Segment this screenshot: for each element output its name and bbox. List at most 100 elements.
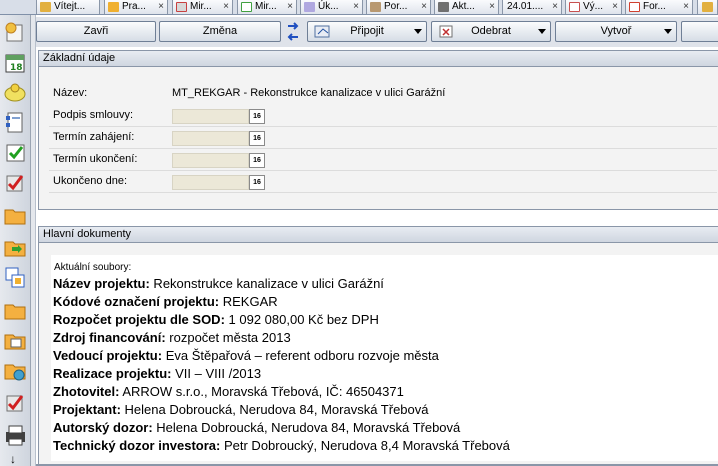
- tab-overflow[interactable]: [697, 0, 718, 14]
- home-icon: [702, 2, 713, 12]
- calendar-picker-icon[interactable]: 16: [249, 131, 265, 146]
- doc-value: rozpočet města 2013: [165, 330, 291, 345]
- task-icon: [304, 2, 315, 12]
- attach-dropdown-button[interactable]: Připojit: [307, 21, 427, 42]
- current-files-caption: Aktuální soubory:: [54, 262, 132, 273]
- approve-icon: [6, 175, 24, 192]
- print-button[interactable]: [3, 422, 28, 447]
- attach-button-label: Připojit: [350, 25, 384, 37]
- tab-label: Mir...: [255, 1, 277, 12]
- field-signing-row: Podpis smlouvy: 16: [49, 105, 717, 127]
- close-icon[interactable]: ×: [158, 0, 164, 14]
- close-icon[interactable]: ×: [612, 0, 618, 14]
- tab-label: 24.01....: [507, 1, 544, 12]
- swap-icon[interactable]: [285, 20, 301, 43]
- chevron-down-icon: [414, 29, 422, 34]
- tab-porady[interactable]: Por... ×: [366, 0, 431, 14]
- folder-arrow-icon: [4, 241, 26, 257]
- folder-icon: [4, 209, 26, 225]
- doc-key: Autorský dozor:: [53, 420, 153, 435]
- calendar-icon: 18: [5, 54, 25, 73]
- section-title: Základní údaje: [39, 51, 718, 67]
- tab-aktuality[interactable]: Akt... ×: [434, 0, 499, 14]
- archive-icon: [4, 334, 26, 350]
- tab-mir-1[interactable]: Mir... ×: [172, 0, 233, 14]
- close-icon[interactable]: ×: [421, 0, 427, 14]
- signing-date-field[interactable]: [172, 109, 249, 124]
- doc-value: ARROW s.r.o., Moravská Třebová, IČ: 4650…: [119, 384, 404, 399]
- doc-line: Zhotovitel: ARROW s.r.o., Moravská Třebo…: [53, 384, 404, 399]
- doc-key: Technický dozor investora:: [53, 438, 221, 453]
- new-document-button[interactable]: [3, 20, 28, 45]
- folder-move-button[interactable]: [3, 235, 28, 260]
- doc-value: REKGAR: [219, 294, 278, 309]
- approve-button[interactable]: [3, 170, 28, 195]
- tasks-icon: [4, 83, 26, 102]
- doc-line: Zdroj financování: rozpočet města 2013: [53, 330, 291, 345]
- remove-button-label: Odebrat: [471, 25, 511, 37]
- remove-dropdown-button[interactable]: Odebrat: [431, 21, 551, 42]
- doc-value: Petr Dobroucký, Nerudova 8,4 Moravská Tř…: [220, 438, 510, 453]
- calendar-button[interactable]: 18: [3, 50, 28, 75]
- edit-icon: [176, 2, 187, 12]
- approve-2-button[interactable]: [3, 390, 28, 415]
- close-icon[interactable]: ×: [683, 0, 689, 14]
- doc-value: Eva Štěpařová – referent odboru rozvoje …: [162, 348, 439, 363]
- folder-2-button[interactable]: [3, 298, 28, 323]
- folder-button[interactable]: [3, 203, 28, 228]
- doc-line: Název projektu: Rekonstrukce kanalizace …: [53, 276, 384, 291]
- tab-vitejte[interactable]: Vítejt...: [36, 0, 100, 14]
- tools-icon: [438, 2, 449, 12]
- chevron-down-icon: [664, 29, 672, 34]
- folder-globe-icon: [4, 364, 26, 381]
- structure-icon: [5, 267, 25, 288]
- tab-ukoly[interactable]: Úk... ×: [300, 0, 363, 14]
- tab-formulare[interactable]: For... ×: [625, 0, 693, 14]
- close-icon[interactable]: ×: [287, 0, 293, 14]
- create-dropdown-button[interactable]: Vytvoř: [555, 21, 677, 42]
- name-value: MT_REKGAR - Rekonstrukce kanalizace v ul…: [172, 87, 446, 99]
- doc-value: Helena Dobroucká, Nerudova 84, Moravská …: [152, 420, 461, 435]
- change-button[interactable]: Změna: [159, 21, 281, 42]
- start-date-field[interactable]: [172, 131, 249, 146]
- doc-value: VII – VIII /2013: [171, 366, 262, 381]
- chevron-down-icon: [538, 29, 546, 34]
- calendar-picker-icon[interactable]: 16: [249, 109, 265, 124]
- calendar-picker-icon[interactable]: 16: [249, 153, 265, 168]
- tab-label: Pra...: [122, 1, 146, 12]
- doc-key: Zhotovitel:: [53, 384, 120, 399]
- tab-mir-2[interactable]: Mir... ×: [237, 0, 297, 14]
- remove-icon: [439, 25, 453, 38]
- finished-date-field[interactable]: [172, 175, 249, 190]
- checklist-button[interactable]: [3, 140, 28, 165]
- calendar-picker-icon[interactable]: 16: [249, 175, 265, 190]
- structure-button[interactable]: [3, 265, 28, 290]
- close-icon[interactable]: ×: [353, 0, 359, 14]
- tab-label: Por...: [384, 1, 408, 12]
- folder-web-button[interactable]: [3, 358, 28, 383]
- overflow-button[interactable]: [681, 21, 718, 42]
- tab-vykazy[interactable]: Vý... ×: [565, 0, 622, 14]
- field-finished-row: Ukončeno dne: 16: [49, 171, 717, 193]
- close-icon[interactable]: ×: [489, 0, 495, 14]
- doc-key: Rozpočet projektu dle SOD:: [53, 312, 225, 327]
- svg-text:18: 18: [10, 63, 23, 73]
- doc-value: 1 092 080,00 Kč bez DPH: [224, 312, 379, 327]
- doc-line: Kódové označení projektu: REKGAR: [53, 294, 278, 309]
- printer-icon: [6, 425, 25, 446]
- close-button[interactable]: Zavři: [36, 21, 156, 42]
- scroll-down-icon[interactable]: ↓: [10, 452, 16, 466]
- tasks-button[interactable]: [3, 80, 28, 105]
- end-date-field[interactable]: [172, 153, 249, 168]
- form-icon: [629, 2, 640, 12]
- finished-date-label: Ukončeno dne:: [53, 175, 127, 187]
- notes-button[interactable]: [3, 110, 28, 135]
- archive-button[interactable]: [3, 328, 28, 353]
- close-icon[interactable]: ×: [223, 0, 229, 14]
- folder-icon: [108, 2, 119, 12]
- close-icon[interactable]: ×: [552, 0, 558, 14]
- tab-prace[interactable]: Pra... ×: [104, 0, 168, 14]
- report-icon: [569, 2, 580, 12]
- notes-icon: [6, 112, 23, 133]
- tab-date[interactable]: 24.01.... ×: [502, 0, 562, 14]
